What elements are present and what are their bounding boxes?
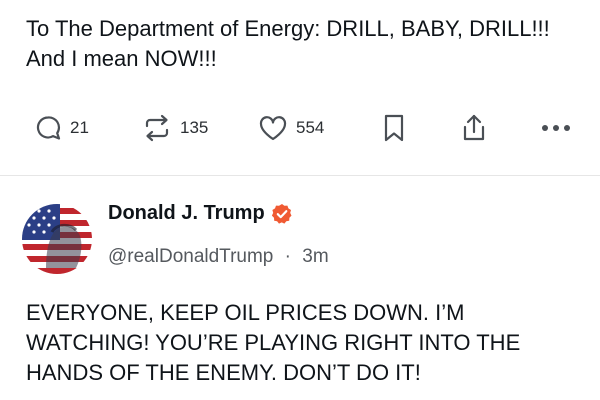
like-button[interactable]: 554 (258, 108, 324, 148)
author-handle[interactable]: @realDonaldTrump (108, 246, 273, 267)
repost-arrows-icon (145, 114, 169, 142)
previous-post-text: To The Department of Energy: DRILL, BABY… (26, 16, 550, 71)
like-count: 554 (296, 118, 325, 137)
speech-bubble-icon (36, 116, 61, 140)
author-name: Donald J. Trump (108, 202, 265, 224)
reply-button[interactable]: 21 (34, 108, 89, 148)
heart-icon (259, 116, 287, 141)
repost-button[interactable]: 135 (142, 108, 208, 148)
post-timestamp[interactable]: 3m (302, 246, 328, 267)
repost-count: 135 (180, 118, 209, 137)
post-divider (0, 175, 600, 176)
share-icon (463, 114, 485, 141)
author-meta: @realDonaldTrump · 3m (108, 246, 329, 268)
author-name-row[interactable]: Donald J. Trump (108, 202, 293, 225)
post-action-bar: 21 135 554 (0, 108, 600, 148)
share-button[interactable] (460, 108, 488, 148)
reply-count: 21 (70, 118, 89, 137)
ellipsis-icon (542, 125, 570, 131)
bookmark-button[interactable] (382, 108, 406, 148)
meta-separator: · (284, 246, 291, 267)
more-options-button[interactable] (540, 108, 572, 148)
verified-badge-icon (271, 203, 292, 224)
avatar[interactable] (22, 204, 92, 274)
post-text: EVERYONE, KEEP OIL PRICES DOWN. I’M WATC… (26, 300, 521, 385)
bookmark-icon (384, 114, 404, 142)
